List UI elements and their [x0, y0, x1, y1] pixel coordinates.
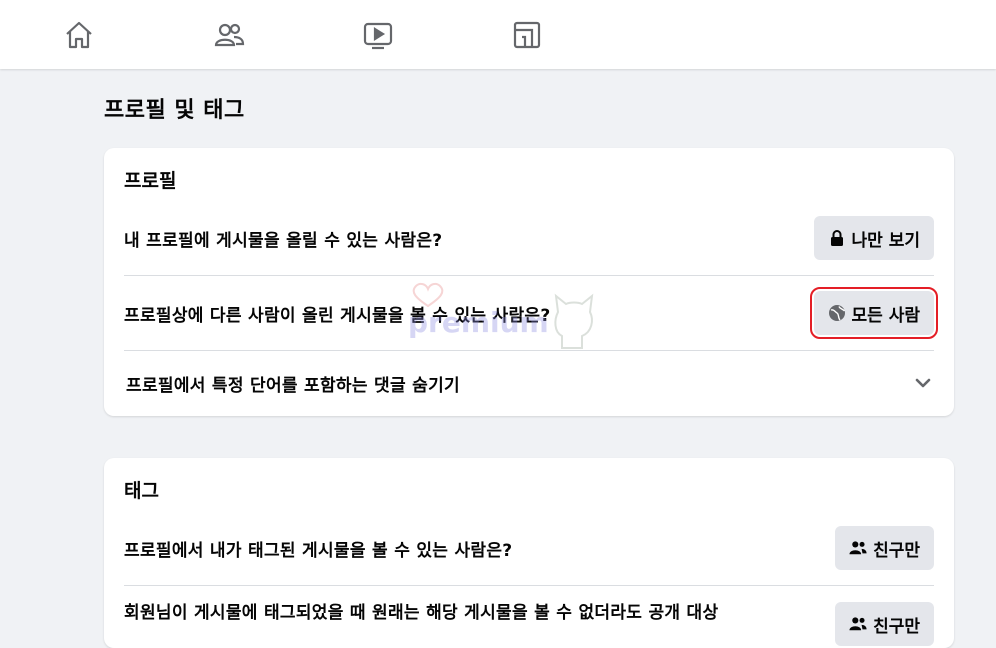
tagged-audience-row: 회원님이 게시물에 태그되었을 때 원래는 해당 게시물을 볼 수 없더라도 공…: [124, 598, 934, 646]
friends-icon: [849, 617, 867, 631]
hide-comments-row[interactable]: 프로필에서 특정 단어를 포함하는 댓글 숨기기: [126, 360, 934, 406]
top-navigation-bar: [0, 0, 996, 69]
everyone-button-label: 모든 사람: [851, 305, 920, 326]
profile-settings-card: 프로필 내 프로필에 게시물을 올릴 수 있는 사람은? 나만 보기 프로필상에…: [104, 148, 954, 416]
profile-section-title: 프로필: [124, 170, 177, 192]
globe-icon: [828, 305, 845, 321]
watch-icon[interactable]: [361, 18, 395, 52]
hide-comments-label: 프로필에서 특정 단어를 포함하는 댓글 숨기기: [126, 375, 460, 396]
everyone-button[interactable]: 모든 사람: [809, 287, 939, 339]
tagged-post-visibility-label: 프로필에서 내가 태그된 게시물을 볼 수 있는 사람은?: [124, 540, 513, 561]
page-title: 프로필 및 태그: [104, 98, 245, 123]
friends-only-button-2[interactable]: 친구만: [835, 602, 934, 646]
friends-icon: [849, 541, 867, 555]
profile-post-visibility-label: 프로필상에 다른 사람이 올린 게시물을 볼 수 있는 사람은?: [124, 305, 551, 326]
friends-icon[interactable]: [212, 18, 246, 52]
friends-only-button[interactable]: 친구만: [835, 526, 934, 570]
friends-only-button-2-label: 친구만: [873, 616, 920, 637]
divider: [124, 350, 934, 351]
divider: [124, 585, 934, 586]
tagged-audience-label: 회원님이 게시물에 태그되었을 때 원래는 해당 게시물을 볼 수 없더라도 공…: [124, 603, 719, 623]
chevron-down-icon[interactable]: [912, 372, 934, 394]
profile-post-permission-row: 내 프로필에 게시물을 올릴 수 있는 사람은? 나만 보기: [124, 216, 934, 260]
tag-settings-card: 태그 프로필에서 내가 태그된 게시물을 볼 수 있는 사람은? 친구만 회원님…: [104, 458, 954, 648]
only-me-button-label: 나만 보기: [851, 230, 920, 251]
friends-only-button-label: 친구만: [873, 540, 920, 561]
gaming-icon[interactable]: [510, 18, 544, 52]
home-icon[interactable]: [62, 18, 96, 52]
profile-post-visibility-row: 프로필상에 다른 사람이 올린 게시물을 볼 수 있는 사람은? 모든 사람: [124, 287, 939, 339]
tagged-post-visibility-row: 프로필에서 내가 태그된 게시물을 볼 수 있는 사람은? 친구만: [124, 526, 934, 570]
divider: [124, 275, 934, 276]
tag-section-title: 태그: [124, 480, 159, 502]
profile-post-permission-label: 내 프로필에 게시물을 올릴 수 있는 사람은?: [124, 230, 443, 251]
only-me-button[interactable]: 나만 보기: [813, 216, 934, 260]
lock-icon: [830, 230, 843, 246]
